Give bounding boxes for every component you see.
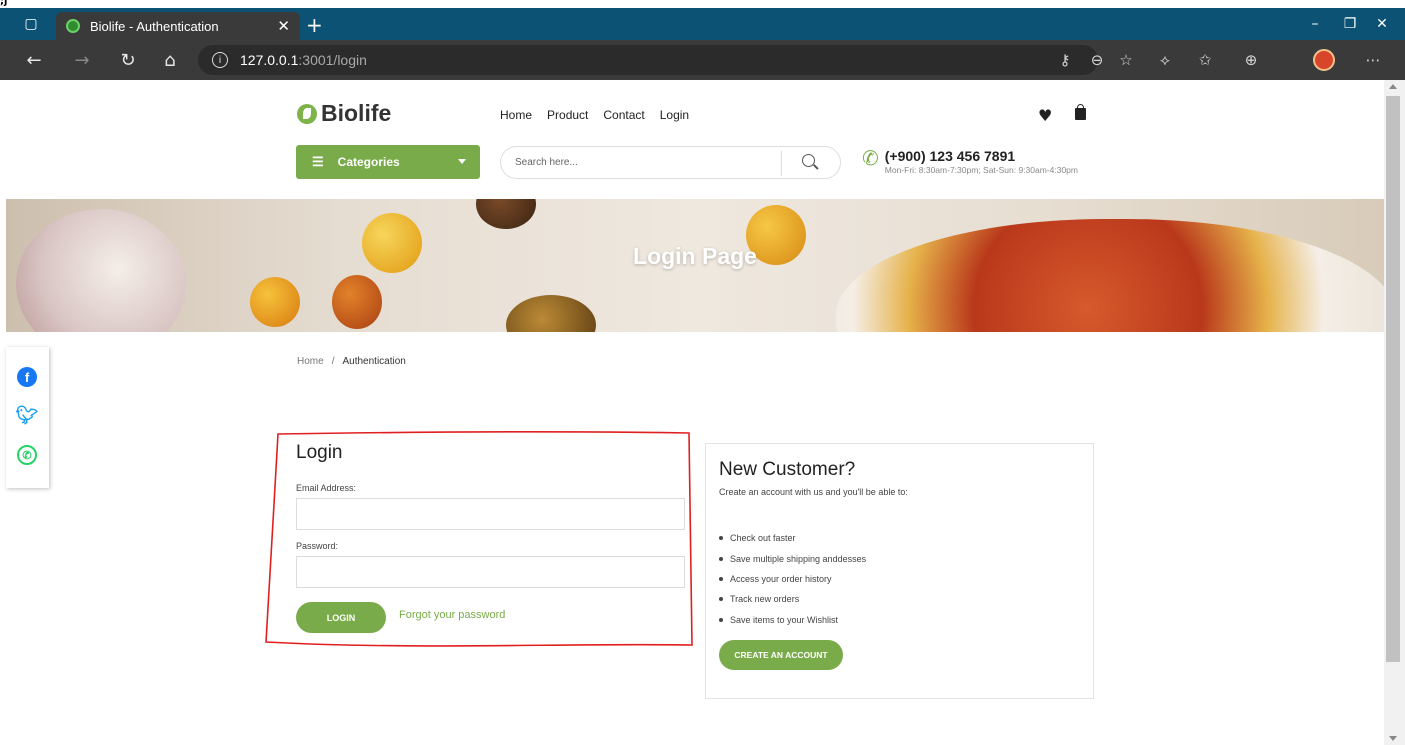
password-key-icon[interactable]: ⚷ bbox=[1050, 40, 1080, 80]
new-customer-subtitle: Create an account with us and you'll be … bbox=[719, 487, 908, 497]
password-field[interactable] bbox=[296, 556, 685, 588]
scroll-down-icon[interactable] bbox=[1389, 736, 1397, 741]
window-close-icon[interactable]: ✕ bbox=[1359, 8, 1405, 40]
zoom-icon[interactable]: ⊖ bbox=[1082, 40, 1112, 80]
login-title: Login bbox=[296, 442, 343, 463]
banner-tomato-image bbox=[332, 275, 382, 329]
cart-bag-icon[interactable] bbox=[1075, 104, 1086, 120]
bullet-icon bbox=[719, 556, 723, 561]
benefit-text: Save multiple shipping anddesses bbox=[730, 553, 867, 564]
back-icon[interactable]: ← bbox=[16, 40, 52, 80]
whatsapp-icon[interactable]: ✆ bbox=[17, 445, 37, 465]
benefit-text: Track new orders bbox=[730, 594, 800, 605]
search-input[interactable] bbox=[501, 157, 781, 168]
more-menu-icon[interactable]: ⋯ bbox=[1358, 40, 1388, 80]
extensions-icon[interactable]: ⟡ bbox=[1150, 40, 1180, 80]
list-item: Check out faster bbox=[719, 528, 866, 548]
tab-title: Biolife - Authentication bbox=[90, 18, 219, 34]
wishlist-heart-icon[interactable]: ♥ bbox=[1038, 106, 1052, 125]
banner-tomato-image bbox=[250, 277, 300, 327]
list-item: Track new orders bbox=[719, 589, 866, 609]
nav-home[interactable]: Home bbox=[500, 108, 532, 122]
collections-icon[interactable]: ⊕ bbox=[1236, 40, 1266, 80]
nav-contact[interactable]: Contact bbox=[603, 108, 644, 122]
leaf-logo-icon bbox=[297, 103, 317, 124]
search-box bbox=[500, 146, 841, 179]
phone-contact: ✆ (+900) 123 456 7891 Mon-Fri: 8:30am-7:… bbox=[862, 148, 1078, 175]
social-share-bar: f 🐦︎ ✆ bbox=[6, 347, 49, 488]
password-label: Password: bbox=[296, 541, 339, 551]
forgot-password-link[interactable]: Forgot your password bbox=[399, 609, 505, 621]
list-item: Access your order history bbox=[719, 569, 866, 589]
caret-down-icon bbox=[458, 159, 466, 164]
create-account-button[interactable]: CREATE AN ACCOUNT bbox=[719, 640, 843, 670]
phone-icon: ✆ bbox=[862, 146, 879, 170]
search-divider bbox=[781, 151, 782, 176]
list-item: Save multiple shipping anddesses bbox=[719, 548, 866, 568]
corner-mark: ;j bbox=[0, 0, 8, 7]
categories-label: Categories bbox=[337, 155, 400, 169]
browser-toolbar: ← → ↻ ⌂ i 127.0.0.1:3001/login ⚷ ⊖ ☆ ⟡ ✩… bbox=[0, 40, 1405, 80]
benefit-text: Check out faster bbox=[730, 533, 796, 544]
page-top-strip: ;j bbox=[0, 0, 1405, 8]
tab-close-icon[interactable]: ✕ bbox=[277, 17, 290, 35]
banner-title: Login Page bbox=[633, 243, 757, 269]
address-bar[interactable]: i 127.0.0.1:3001/login bbox=[198, 45, 1098, 75]
add-favorite-icon[interactable]: ☆ bbox=[1111, 40, 1141, 80]
main-nav: Home Product Contact Login bbox=[500, 108, 689, 122]
page-scrollbar[interactable] bbox=[1384, 80, 1405, 745]
breadcrumb-home[interactable]: Home bbox=[297, 356, 324, 367]
breadcrumb: Home / Authentication bbox=[297, 356, 406, 367]
benefits-list: Check out faster Save multiple shipping … bbox=[719, 528, 866, 630]
list-item: Save items to your Wishlist bbox=[719, 610, 866, 630]
browser-tab-bar: ▢ Biolife - Authentication ✕ + – ❐ ✕ bbox=[0, 8, 1405, 40]
login-button[interactable]: LOGIN bbox=[296, 602, 386, 633]
bullet-icon bbox=[719, 536, 723, 541]
banner-tomato-image bbox=[506, 295, 596, 332]
page-banner: Login Page bbox=[6, 199, 1384, 332]
benefit-text: Save items to your Wishlist bbox=[730, 614, 839, 625]
logo-text: Biolife bbox=[321, 100, 392, 126]
search-icon[interactable] bbox=[802, 154, 815, 167]
breadcrumb-current: Authentication bbox=[342, 356, 406, 367]
email-label: Email Address: bbox=[296, 483, 357, 493]
banner-salad-bowl-image bbox=[836, 219, 1384, 332]
new-tab-icon[interactable]: + bbox=[306, 15, 323, 35]
profile-avatar[interactable] bbox=[1313, 49, 1335, 71]
url-host: 127.0.0.1 bbox=[240, 52, 299, 68]
email-field[interactable] bbox=[296, 498, 685, 530]
nav-product[interactable]: Product bbox=[547, 108, 588, 122]
facebook-icon[interactable]: f bbox=[17, 367, 37, 387]
tab-actions-icon[interactable]: ▢ bbox=[8, 8, 54, 40]
benefit-text: Access your order history bbox=[730, 573, 832, 584]
url-path: :3001/login bbox=[298, 52, 367, 68]
nav-login[interactable]: Login bbox=[660, 108, 689, 122]
banner-onion-image bbox=[16, 209, 186, 332]
opening-hours: Mon-Fri: 8:30am-7:30pm; Sat-Sun: 9:30am-… bbox=[884, 165, 1078, 175]
banner-tomato-image bbox=[476, 199, 536, 229]
site-info-icon[interactable]: i bbox=[212, 52, 228, 68]
new-customer-title: New Customer? bbox=[719, 459, 856, 480]
bullet-icon bbox=[719, 597, 723, 602]
site-logo[interactable]: Biolife bbox=[297, 100, 391, 127]
site-favicon-icon bbox=[66, 19, 80, 33]
forward-icon[interactable]: → bbox=[64, 40, 100, 80]
reload-icon[interactable]: ↻ bbox=[110, 40, 146, 80]
home-icon[interactable]: ⌂ bbox=[152, 40, 188, 80]
bullet-icon bbox=[719, 576, 723, 581]
phone-number: (+900) 123 456 7891 bbox=[884, 148, 1016, 164]
twitter-icon[interactable]: 🐦︎ bbox=[16, 405, 39, 425]
bullet-icon bbox=[719, 617, 723, 622]
favorites-icon[interactable]: ✩ bbox=[1190, 40, 1220, 80]
categories-dropdown[interactable]: ☰ Categories bbox=[296, 145, 480, 179]
list-icon: ☰ bbox=[312, 154, 324, 169]
scroll-up-icon[interactable] bbox=[1389, 84, 1397, 89]
breadcrumb-separator: / bbox=[331, 356, 335, 367]
browser-tab[interactable]: Biolife - Authentication ✕ bbox=[56, 12, 300, 40]
scrollbar-thumb[interactable] bbox=[1386, 96, 1400, 662]
